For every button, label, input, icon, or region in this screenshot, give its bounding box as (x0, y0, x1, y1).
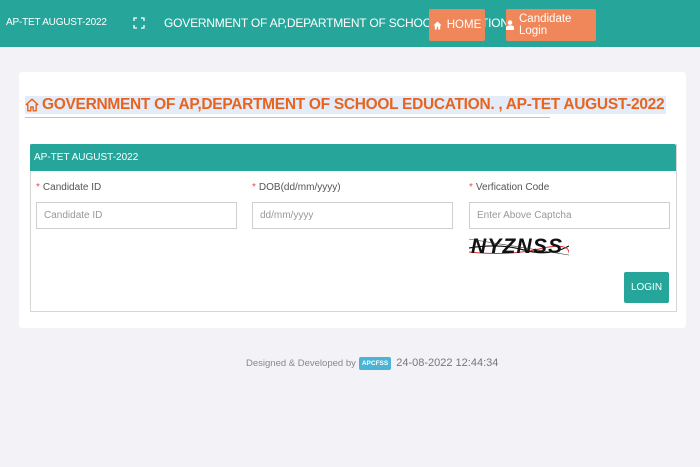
page-title-highlight: GOVERNMENT OF AP,DEPARTMENT OF SCHOOL ED… (25, 96, 667, 114)
candidate-login-label: Candidate Login (519, 13, 572, 37)
required-mark: * (469, 182, 473, 193)
candidate-id-label: * Candidate ID (36, 182, 101, 193)
top-navbar: AP-TET AUGUST-2022 GOVERNMENT OF AP,DEPA… (0, 0, 700, 47)
title-divider (25, 117, 550, 118)
house-outline-icon (25, 98, 39, 112)
captcha-image: NYZNSS (468, 231, 570, 259)
expand-icon[interactable] (133, 16, 145, 29)
panel-title: AP-TET AUGUST-2022 (34, 152, 139, 163)
page-title-text: GOVERNMENT OF AP,DEPARTMENT OF SCHOOL ED… (42, 96, 665, 113)
candidate-id-label-text: Candidate ID (42, 182, 102, 193)
captcha-text: NYZNSS (471, 235, 565, 258)
home-button[interactable]: HOME (429, 9, 485, 41)
footer-designed-by: Designed & Developed by (246, 357, 356, 369)
dob-label-text: DOB(dd/mm/yyyy) (258, 182, 341, 193)
verification-code-label: * Verfication Code (469, 182, 549, 193)
candidate-id-input[interactable] (36, 202, 237, 229)
home-icon (433, 20, 442, 30)
captcha-input[interactable] (469, 202, 670, 229)
footer-timestamp: 24-08-2022 12:44:34 (396, 357, 499, 369)
verification-code-label-text: Verfication Code (475, 182, 550, 193)
home-button-label: HOME (446, 19, 482, 31)
user-icon (506, 20, 514, 30)
required-mark: * (36, 182, 40, 193)
required-mark: * (252, 182, 256, 193)
dob-label: * DOB(dd/mm/yyyy) (252, 182, 341, 193)
login-button[interactable]: LOGIN (624, 272, 669, 303)
footer: Designed & Developed by APCFSS 24-08-202… (246, 354, 498, 372)
brand-text[interactable]: AP-TET AUGUST-2022 (6, 17, 107, 28)
apcfss-badge[interactable]: APCFSS (358, 356, 392, 370)
panel-header: AP-TET AUGUST-2022 (30, 144, 676, 171)
page-title: GOVERNMENT OF AP,DEPARTMENT OF SCHOOL ED… (25, 94, 667, 116)
dob-input[interactable] (252, 202, 453, 229)
candidate-login-button[interactable]: Candidate Login (506, 9, 596, 41)
